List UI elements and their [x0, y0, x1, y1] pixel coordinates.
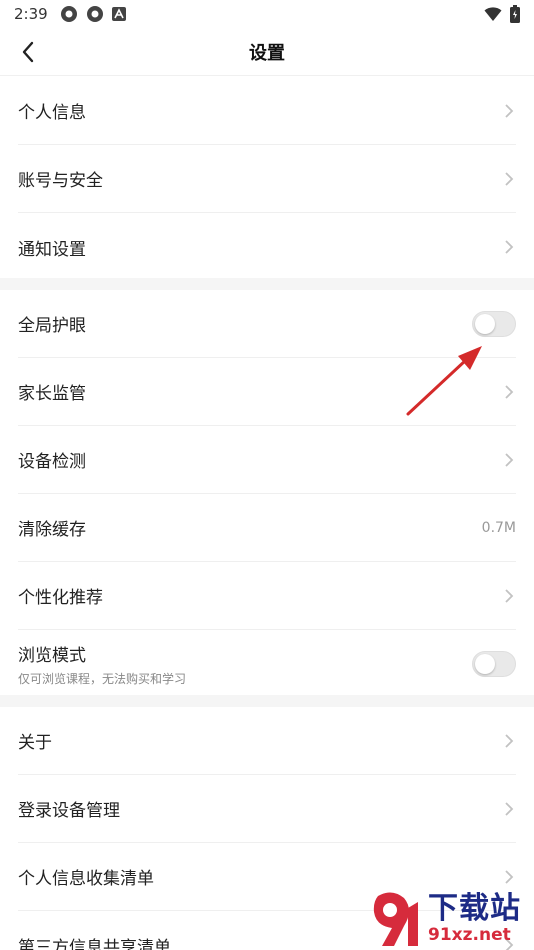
page-title: 设置: [249, 42, 285, 64]
chevron-right-icon: [502, 799, 516, 819]
watermark-site: 91xz.net: [428, 925, 511, 945]
toggle-knob: [475, 654, 495, 674]
settings-item-device-check[interactable]: 设备检测: [18, 426, 516, 494]
back-button[interactable]: [16, 40, 40, 64]
settings-item-label: 清除缓存: [18, 520, 86, 540]
settings-item-label: 账号与安全: [18, 171, 103, 191]
settings-item-personalized-recommendation[interactable]: 个性化推荐: [18, 562, 516, 630]
watermark-logo-icon: [373, 892, 418, 946]
chevron-right-icon: [502, 237, 516, 257]
settings-item-login-devices[interactable]: 登录设备管理: [18, 775, 516, 843]
settings-item-browse-mode[interactable]: 浏览模式 仅可浏览课程，无法购买和学习: [18, 630, 516, 698]
settings-item-label: 全局护眼: [18, 316, 86, 336]
settings-item-label: 关于: [18, 733, 52, 753]
settings-item-notifications[interactable]: 通知设置: [18, 213, 516, 281]
site-watermark: 下载站 91xz.net: [364, 888, 534, 950]
translate-notification-icon: [111, 7, 126, 21]
chevron-left-icon: [22, 41, 34, 63]
settings-item-about[interactable]: 关于: [18, 707, 516, 775]
settings-item-description: 仅可浏览课程，无法购买和学习: [18, 672, 187, 686]
chevron-right-icon: [502, 450, 516, 470]
status-bar: 2:39: [0, 0, 534, 28]
browse-mode-text: 浏览模式 仅可浏览课程，无法购买和学习: [18, 641, 186, 687]
battery-icon: [510, 5, 520, 23]
settings-item-label: 通知设置: [18, 239, 86, 260]
settings-item-label: 个人信息收集清单: [18, 869, 154, 889]
section-divider: [0, 278, 534, 290]
section-divider: [0, 695, 534, 707]
settings-item-personal-info[interactable]: 个人信息: [18, 77, 516, 145]
settings-item-parental-control[interactable]: 家长监管: [18, 358, 516, 426]
status-time: 2:39: [14, 5, 48, 23]
chevron-right-icon: [502, 586, 516, 606]
system-icons: [484, 5, 520, 23]
settings-item-label: 设备检测: [18, 452, 86, 472]
watermark-text: 下载站 91xz.net: [428, 891, 521, 946]
toggle-knob: [475, 313, 495, 334]
wifi-icon: [484, 7, 502, 21]
settings-item-account-security[interactable]: 账号与安全: [18, 145, 516, 213]
browse-mode-toggle[interactable]: [472, 651, 516, 677]
chevron-right-icon: [502, 867, 516, 887]
settings-item-label: 登录设备管理: [18, 801, 120, 821]
app-notification-icon: [60, 6, 77, 22]
settings-item-clear-cache[interactable]: 清除缓存 0.7M: [18, 494, 516, 562]
nav-bar: 设置: [0, 28, 534, 76]
settings-group-account: 个人信息 账号与安全 通知设置: [0, 77, 534, 281]
settings-item-label: 第三方信息共享清单: [18, 937, 171, 950]
watermark-brand: 下载站: [428, 891, 521, 926]
notification-icons: [60, 5, 126, 23]
settings-item-eye-protection[interactable]: 全局护眼: [18, 290, 516, 358]
eye-protection-toggle[interactable]: [472, 310, 516, 337]
chevron-right-icon: [502, 101, 516, 121]
settings-item-label: 家长监管: [18, 384, 86, 404]
chevron-right-icon: [502, 731, 516, 751]
chevron-right-icon: [502, 382, 516, 402]
settings-group-preferences: 全局护眼 家长监管 设备检测 清除缓存 0.7M 个性化推荐 浏览模式 仅可浏览…: [0, 290, 534, 698]
cache-size-value: 0.7M: [481, 519, 516, 536]
settings-item-label: 个性化推荐: [18, 588, 103, 608]
chevron-right-icon: [502, 169, 516, 189]
settings-item-label: 个人信息: [18, 103, 86, 123]
app-notification-icon: [86, 6, 103, 22]
settings-item-label: 浏览模式: [18, 646, 86, 666]
